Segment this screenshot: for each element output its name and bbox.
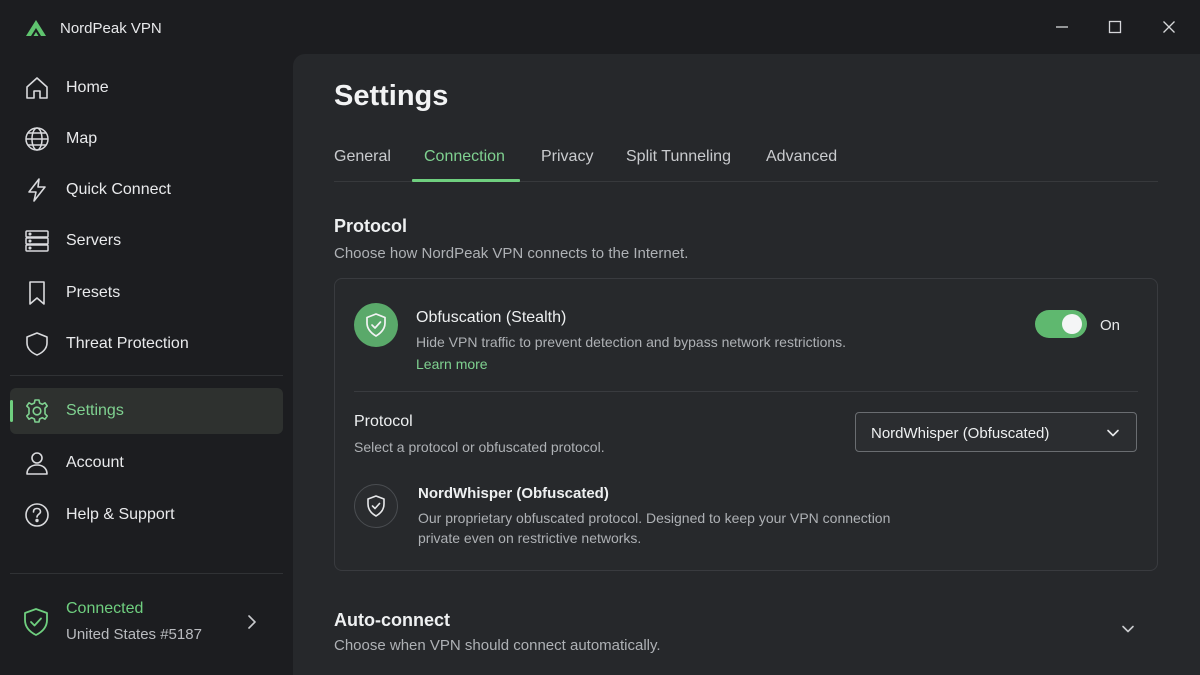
maximize-button[interactable] (1100, 12, 1130, 42)
protocol-card: Obfuscation (Stealth) Hide VPN traffic t… (334, 278, 1158, 571)
status-title: Connected (66, 600, 144, 617)
protocol-shield-icon (354, 484, 398, 528)
tab-bar: General Connection Privacy Split Tunneli… (334, 140, 1158, 182)
protocol-select[interactable]: NordWhisper (Obfuscated) (855, 412, 1137, 452)
tab-advanced[interactable]: Advanced (766, 148, 837, 166)
server-stack-icon (24, 228, 50, 254)
tab-privacy[interactable]: Privacy (541, 148, 593, 166)
tab-connection[interactable]: Connection (424, 148, 505, 166)
toggle-knob (1062, 314, 1082, 334)
sidebar-item-label: Home (66, 79, 109, 96)
tab-general[interactable]: General (334, 148, 391, 166)
main-panel: Settings General Connection Privacy Spli… (293, 54, 1200, 675)
sidebar-item-label: Threat Protection (66, 335, 189, 352)
sidebar-item-label: Settings (66, 402, 124, 419)
person-icon (24, 450, 50, 476)
learn-more-link[interactable]: Learn more (416, 356, 488, 372)
close-button[interactable] (1154, 12, 1184, 42)
server-name: United States #5187 (66, 626, 202, 643)
connection-status[interactable]: Connected United States #5187 (10, 594, 283, 664)
globe-icon (24, 126, 50, 152)
obfuscation-description: Hide VPN traffic to prevent detection an… (416, 334, 847, 350)
question-circle-icon (24, 502, 50, 528)
sidebar-item-label: Account (66, 454, 124, 471)
sidebar-item-label: Help & Support (66, 506, 175, 523)
sidebar-item-threat-protection[interactable]: Threat Protection (10, 321, 283, 367)
autoconnect-section-description: Choose when VPN should connect automatic… (334, 637, 661, 654)
title-bar: NordPeak VPN (0, 0, 1200, 54)
sidebar-item-label: Presets (66, 284, 121, 301)
bookmark-icon (24, 280, 50, 306)
protocol-label: Protocol (354, 413, 413, 430)
app-window: NordPeak VPN Home Map Quick Connect Serv… (0, 0, 1200, 675)
sidebar-item-map[interactable]: Map (10, 116, 283, 162)
shield-icon (24, 331, 50, 357)
minimize-button[interactable] (1047, 12, 1077, 42)
sidebar-item-settings[interactable]: Settings (10, 388, 283, 434)
toggle-state-label: On (1100, 317, 1121, 334)
sidebar-item-account[interactable]: Account (10, 440, 283, 486)
card-divider (354, 391, 1138, 392)
autoconnect-section-title[interactable]: Auto-connect (334, 610, 450, 631)
close-icon (1163, 21, 1175, 33)
obfuscation-toggle[interactable] (1035, 310, 1087, 338)
protocol-info-description: Our proprietary obfuscated protocol. Des… (418, 510, 891, 546)
gear-icon (24, 398, 50, 424)
protocol-info-title: NordWhisper (Obfuscated) (418, 485, 609, 502)
home-icon (24, 75, 50, 101)
shield-check-icon (354, 303, 398, 347)
protocol-section-title: Protocol (334, 216, 408, 236)
sidebar-item-quick-connect[interactable]: Quick Connect (10, 167, 283, 213)
sidebar: Home Map Quick Connect Servers Presets T… (0, 54, 293, 675)
sidebar-divider (10, 573, 283, 574)
protocol-sublabel: Select a protocol or obfuscated protocol… (354, 439, 605, 455)
chevron-down-icon (1107, 429, 1119, 437)
sidebar-item-home[interactable]: Home (10, 65, 283, 111)
sidebar-item-help-support[interactable]: Help & Support (10, 492, 283, 538)
protocol-section-description: Choose how NordPeak VPN connects to the … (334, 245, 689, 262)
sidebar-item-servers[interactable]: Servers (10, 218, 283, 264)
sidebar-item-label: Map (66, 130, 98, 147)
protocol-select-value: NordWhisper (Obfuscated) (871, 425, 1050, 442)
mountain-logo-icon (26, 20, 46, 36)
sidebar-item-label: Quick Connect (66, 181, 171, 198)
sidebar-divider (10, 375, 283, 376)
page-title: Settings (334, 80, 449, 112)
lightning-icon (24, 177, 50, 203)
chevron-right-icon (248, 615, 256, 629)
chevron-down-icon[interactable] (1120, 621, 1136, 637)
sidebar-item-presets[interactable]: Presets (10, 270, 283, 316)
sidebar-item-label: Servers (66, 232, 122, 249)
minimize-icon (1056, 26, 1068, 28)
shield-check-icon (24, 608, 48, 636)
brand: NordPeak VPN (24, 16, 162, 40)
active-tab-indicator (412, 179, 520, 182)
obfuscation-title: Obfuscation (Stealth) (416, 309, 567, 326)
maximize-icon (1108, 20, 1122, 34)
tab-split-tunneling[interactable]: Split Tunneling (626, 148, 731, 166)
app-title: NordPeak VPN (60, 19, 162, 37)
